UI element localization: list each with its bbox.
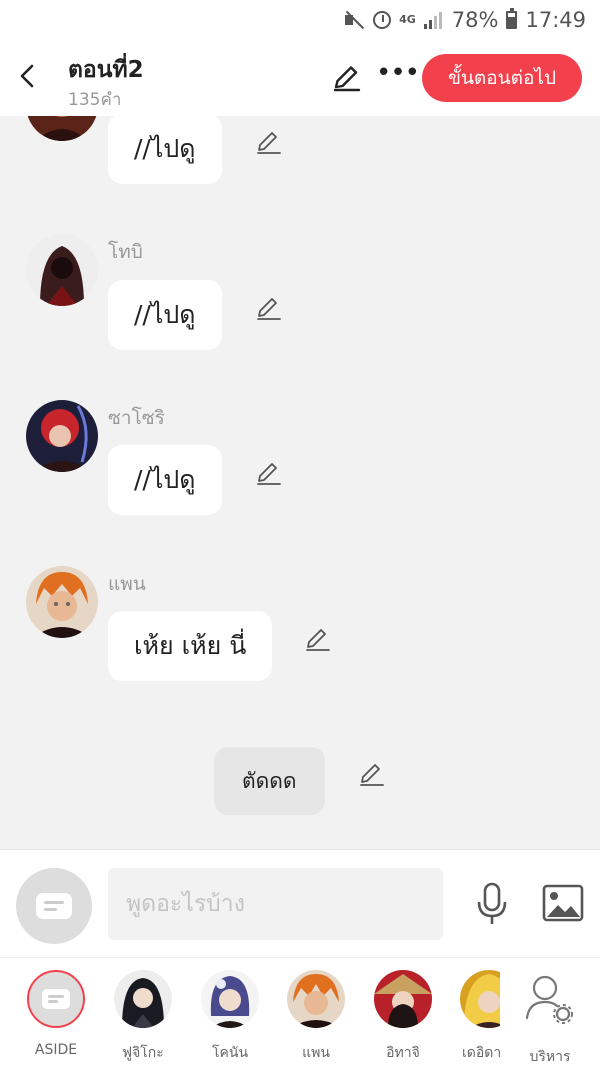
user-settings-icon — [525, 975, 573, 1024]
microphone-icon[interactable] — [474, 882, 510, 926]
edit-message-icon[interactable] — [254, 459, 282, 487]
character-label: แพน — [302, 1045, 330, 1061]
avatar — [374, 970, 432, 1028]
character-label: ฟูจิโกะ — [122, 1045, 164, 1061]
chat-bubble-icon — [36, 893, 72, 919]
character-item[interactable]: เดอิดา — [446, 970, 500, 1064]
avatar — [114, 970, 172, 1028]
character-aside[interactable]: ASIDE — [13, 970, 99, 1058]
edit-message-icon[interactable] — [303, 625, 331, 653]
signal-icon — [423, 11, 444, 29]
edit-message-icon[interactable] — [254, 128, 282, 156]
avatar[interactable] — [26, 566, 98, 638]
more-options-icon[interactable]: ••• — [376, 60, 420, 90]
message-bubble[interactable]: //ไปดู — [108, 116, 222, 184]
aside-avatar — [27, 970, 85, 1028]
message-input[interactable] — [108, 868, 443, 940]
character-label: ASIDE — [34, 1042, 78, 1058]
edit-narration-icon[interactable] — [357, 760, 385, 788]
message-bubble[interactable]: เห้ย เห้ย นี่ — [108, 611, 273, 681]
alarm-icon — [373, 11, 392, 29]
character-label: เดอิดา — [462, 1045, 500, 1061]
chat-bubble-icon — [42, 989, 70, 1009]
avatar[interactable] — [26, 116, 98, 141]
avatar — [460, 970, 500, 1028]
mute-icon — [343, 9, 365, 31]
header: ตอนที่2 135คำ ••• ขั้นตอนต่อไป — [0, 44, 600, 116]
edit-icon[interactable] — [330, 62, 362, 94]
image-icon[interactable] — [542, 884, 584, 922]
avatar — [287, 970, 345, 1028]
avatar — [201, 970, 259, 1028]
sender-name: แพน — [108, 573, 146, 595]
message-bubble[interactable]: //ไปดู — [108, 280, 222, 350]
episode-title: ตอนที่2 — [68, 57, 144, 83]
network-label: 4G — [399, 13, 416, 26]
aside-toggle-button[interactable] — [16, 868, 92, 944]
edit-message-icon[interactable] — [254, 294, 282, 322]
character-bar: ASIDE ฟูจิโกะ โคนัน แพน อิทาจิ เดอิดา บร… — [0, 957, 600, 1067]
character-label: บริหาร — [529, 1049, 571, 1065]
status-bar: 4G 78% 17:49 — [0, 0, 600, 44]
word-count: 135คำ — [68, 90, 122, 110]
character-item[interactable]: ฟูจิโกะ — [100, 970, 186, 1064]
battery-percent: 78% — [451, 8, 499, 32]
sender-name: โทบิ — [108, 241, 143, 263]
message-bubble[interactable]: //ไปดู — [108, 445, 222, 515]
manage-characters-button[interactable]: บริหาร — [507, 970, 593, 1067]
chat-area[interactable]: //ไปดู โทบิ //ไปดู ซาโซริ //ไปดู แพน เห้… — [0, 116, 600, 849]
character-item[interactable]: โคนัน — [187, 970, 273, 1064]
character-item[interactable]: แพน — [273, 970, 359, 1064]
avatar[interactable] — [26, 400, 98, 472]
input-bar — [0, 849, 600, 957]
character-item[interactable]: อิทาจิ — [360, 970, 446, 1064]
next-step-button[interactable]: ขั้นตอนต่อไป — [422, 54, 582, 102]
clock: 17:49 — [525, 8, 586, 32]
character-label: โคนัน — [211, 1045, 249, 1061]
character-label: อิทาจิ — [386, 1045, 420, 1061]
narration-bubble[interactable]: ตัดดด — [214, 747, 325, 815]
battery-icon — [506, 8, 518, 29]
back-arrow-icon[interactable] — [14, 62, 42, 90]
sender-name: ซาโซริ — [108, 407, 165, 429]
avatar[interactable] — [26, 234, 98, 306]
